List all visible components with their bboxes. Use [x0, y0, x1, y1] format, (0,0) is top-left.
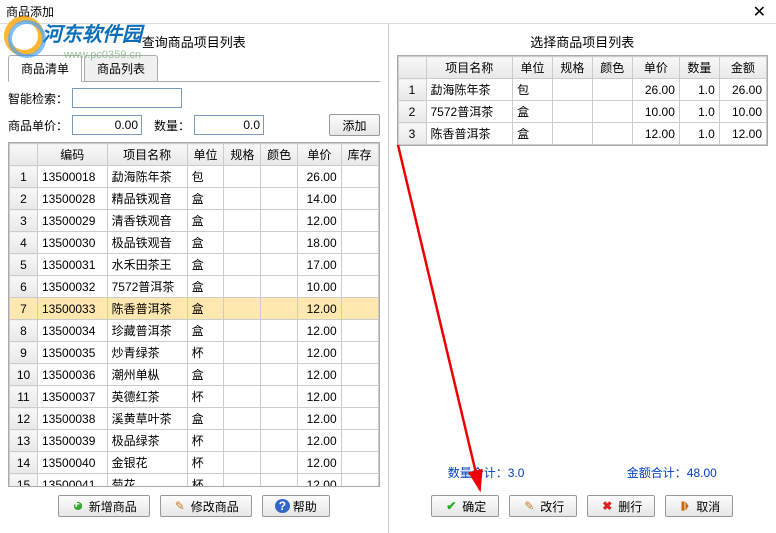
close-icon[interactable]: ✕	[749, 2, 770, 22]
edit-row-button[interactable]: 改行	[509, 495, 577, 517]
col-header[interactable]: 颜色	[261, 144, 298, 166]
col-header[interactable]: 单价	[298, 144, 342, 166]
title-bar: 商品添加 ✕	[0, 0, 776, 24]
price-input[interactable]	[72, 115, 142, 135]
table-row[interactable]: 413500030极品铁观音盒18.00	[10, 232, 379, 254]
search-label: 智能检索：	[8, 90, 68, 107]
col-header[interactable]: 单位	[513, 57, 553, 79]
table-row[interactable]: 513500031水禾田茶王盒17.00	[10, 254, 379, 276]
edit-product-button[interactable]: 修改商品	[160, 495, 252, 517]
x-icon	[600, 499, 614, 513]
table-row[interactable]: 713500033陈香普洱茶盒12.00	[10, 298, 379, 320]
tab-item-list[interactable]: 商品列表	[84, 55, 158, 81]
check-icon	[444, 499, 458, 513]
table-row[interactable]: 313500029清香铁观音盒12.00	[10, 210, 379, 232]
col-header[interactable]: 单价	[632, 57, 679, 79]
col-header[interactable]: 项目名称	[107, 144, 187, 166]
totals-row: 数量合计：3.0 金额合计：48.00	[397, 458, 769, 487]
table-row[interactable]: 27572普洱茶盒10.001.010.00	[398, 101, 767, 123]
table-row[interactable]: 3陈香普洱茶盒12.001.012.00	[398, 123, 767, 145]
help-icon	[275, 499, 289, 513]
qty-input[interactable]	[194, 115, 264, 135]
table-row[interactable]: 913500035炒青绿茶杯12.00	[10, 342, 379, 364]
exit-icon	[678, 499, 692, 513]
table-row[interactable]: 1413500040金银花杯12.00	[10, 452, 379, 474]
cancel-button[interactable]: 取消	[665, 495, 733, 517]
search-input[interactable]	[72, 88, 182, 108]
ok-button[interactable]: 确定	[431, 495, 499, 517]
tab-product-list[interactable]: 商品清单	[8, 55, 82, 82]
delete-row-button[interactable]: 删行	[587, 495, 655, 517]
right-table[interactable]: 项目名称单位规格颜色单价数量金额 1勐海陈年茶包26.001.026.00275…	[397, 55, 769, 146]
left-title: 查询商品项目列表	[8, 32, 380, 51]
table-row[interactable]: 1013500036潮州单枞盒12.00	[10, 364, 379, 386]
help-button[interactable]: 帮助	[262, 495, 330, 517]
right-title: 选择商品项目列表	[397, 32, 769, 51]
pencil-icon	[173, 499, 187, 513]
col-header[interactable]: 规格	[553, 57, 593, 79]
col-header[interactable]: 金额	[719, 57, 766, 79]
table-row[interactable]: 113500018勐海陈年茶包26.00	[10, 166, 379, 188]
window-title: 商品添加	[6, 3, 54, 20]
table-row[interactable]: 813500034珍藏普洱茶盒12.00	[10, 320, 379, 342]
col-header[interactable]: 颜色	[592, 57, 632, 79]
col-header[interactable]: 库存	[341, 144, 378, 166]
col-header[interactable]: 单位	[187, 144, 224, 166]
right-pane: 选择商品项目列表 项目名称单位规格颜色单价数量金额 1勐海陈年茶包26.001.…	[389, 24, 776, 533]
col-header[interactable]: 编码	[38, 144, 108, 166]
qty-label: 数量：	[154, 117, 190, 134]
plus-icon	[71, 499, 85, 513]
table-row[interactable]: 1313500039极品绿茶杯12.00	[10, 430, 379, 452]
table-row[interactable]: 213500028精品铁观音盒14.00	[10, 188, 379, 210]
left-table[interactable]: 编码项目名称单位规格颜色单价库存 113500018勐海陈年茶包26.00213…	[8, 142, 380, 487]
col-header[interactable]: 规格	[224, 144, 261, 166]
table-row[interactable]: 1113500037英德红茶杯12.00	[10, 386, 379, 408]
pencil-icon	[522, 499, 536, 513]
col-header[interactable]: 数量	[679, 57, 719, 79]
add-button[interactable]: 添加	[329, 114, 379, 136]
col-header[interactable]: 项目名称	[426, 57, 513, 79]
table-row[interactable]: 1213500038溪黄草叶茶盒12.00	[10, 408, 379, 430]
new-product-button[interactable]: 新增商品	[58, 495, 150, 517]
price-label: 商品单价：	[8, 117, 68, 134]
table-row[interactable]: 6135000327572普洱茶盒10.00	[10, 276, 379, 298]
left-pane: 查询商品项目列表 商品清单 商品列表 智能检索： 商品单价： 数量： 添加 编码…	[0, 24, 389, 533]
table-row[interactable]: 1勐海陈年茶包26.001.026.00	[398, 79, 767, 101]
table-row[interactable]: 1513500041菊花杯12.00	[10, 474, 379, 488]
tabs: 商品清单 商品列表	[8, 55, 380, 82]
